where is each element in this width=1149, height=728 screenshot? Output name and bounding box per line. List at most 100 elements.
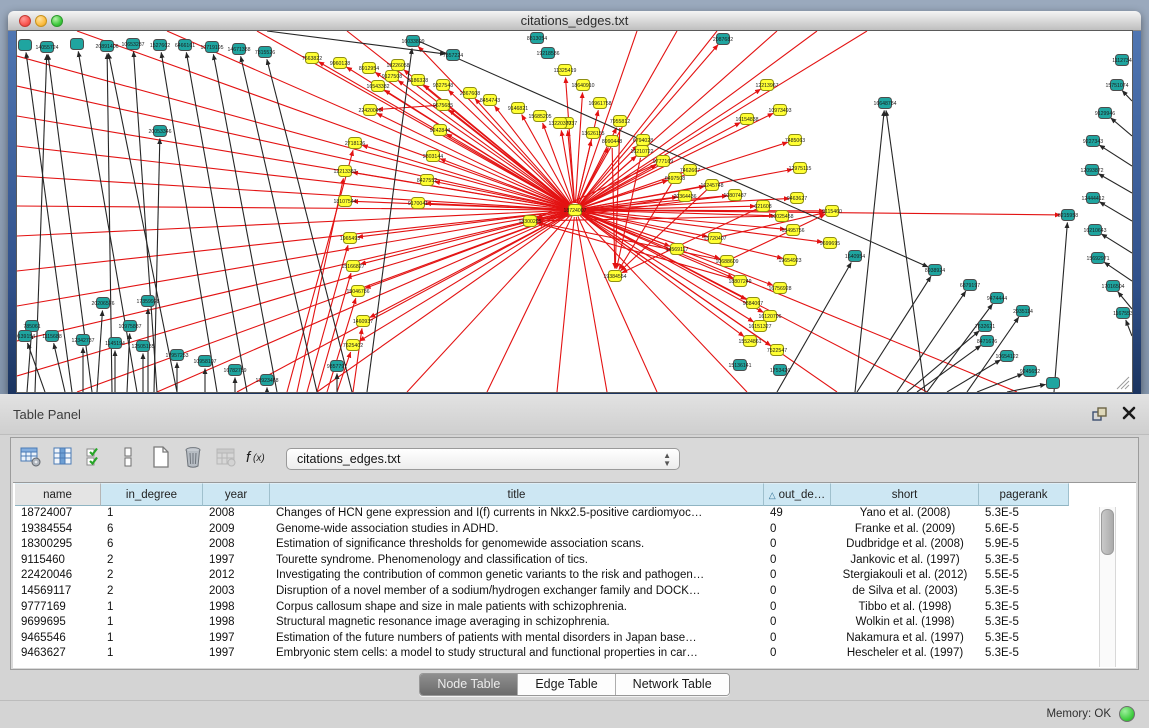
canvas-resize-grip[interactable] [1117,377,1129,389]
window-titlebar[interactable]: citations_edges.txt [8,11,1141,31]
column-header-pagerank[interactable]: pagerank [979,483,1069,506]
graph-node[interactable]: 7485063 [785,135,805,146]
graph-edge[interactable] [17,56,568,208]
graph-edge[interactable] [167,31,569,207]
graph-edge[interactable] [475,99,570,205]
graph-edge[interactable] [1099,202,1132,221]
graph-node[interactable]: 12093872 [1080,165,1103,176]
graph-node[interactable]: 12975115 [789,163,812,174]
graph-node[interactable]: 7663822 [302,53,322,64]
table-row[interactable]: 946554611997Estimation of the future num… [15,631,1069,647]
table-row[interactable]: 1938455462009Genome-wide association stu… [15,522,1069,538]
network-table-selector[interactable]: citations_edges.txt ▲▼ [286,448,680,470]
graph-node[interactable]: 12444412 [1081,193,1104,204]
graph-node[interactable]: 8813054 [527,33,547,44]
graph-edge[interactable] [977,374,1023,392]
graph-node[interactable]: 9227343 [1083,136,1103,147]
graph-node[interactable]: 16033809 [401,36,424,47]
column-header-title[interactable]: title [270,483,764,506]
graph-edge[interactable] [897,291,966,392]
graph-node[interactable] [71,39,84,50]
graph-node[interactable]: 6466161 [175,40,195,51]
graph-node[interactable]: 8427552 [417,175,437,186]
graph-node[interactable]: 20364436 [673,191,696,202]
graph-node[interactable]: 15751074 [1105,80,1128,91]
graph-node[interactable]: 15166827 [341,261,364,272]
graph-node[interactable]: 20053346 [148,126,171,137]
graph-node[interactable]: 7955812 [610,116,630,127]
graph-edge[interactable] [1054,222,1067,392]
graph-edge[interactable] [154,138,160,392]
graph-node[interactable]: 1527602 [150,40,170,51]
graph-node[interactable]: 12342737 [71,335,94,346]
graph-node[interactable]: 15046786 [346,286,369,297]
graph-node[interactable]: 19654923 [778,255,801,266]
graph-node[interactable]: 22420046 [358,105,381,116]
graph-node[interactable]: 8454743 [480,95,500,106]
graph-node[interactable]: 785061 [23,321,40,332]
graph-edge[interactable] [1099,174,1132,193]
delete-table-icon[interactable] [212,445,240,471]
table-settings-icon[interactable] [17,445,45,471]
tab-node-table[interactable]: Node Table [420,674,517,695]
graph-node[interactable]: 16648784 [873,98,896,109]
graph-node[interactable]: 7462667 [680,165,700,176]
graph-node[interactable] [1047,378,1060,389]
graph-node[interactable]: 18107544 [333,196,356,207]
column-header-name[interactable]: name [15,483,101,506]
tab-edge-table[interactable]: Edge Table [517,674,614,695]
table-row[interactable]: 1456911722003Disruption of a novel membe… [15,584,1069,600]
graph-edge[interactable] [1104,262,1132,281]
graph-edge[interactable] [54,343,65,392]
delete-trash-icon[interactable] [179,445,207,471]
graph-edge[interactable] [1122,90,1132,101]
column-header-out_de[interactable]: △out_de… [764,483,831,506]
graph-node[interactable]: 9463627 [787,193,807,204]
tab-network-table[interactable]: Network Table [615,674,729,695]
graph-edge[interactable] [35,54,47,392]
graph-node[interactable]: 9115460 [822,206,842,217]
graph-node[interactable]: 17016504 [1101,281,1124,292]
graph-node[interactable]: 7632621 [975,321,995,332]
graph-edge[interactable] [1101,234,1132,253]
graph-edge[interactable] [17,116,568,209]
graph-node[interactable]: 12923468 [255,375,278,386]
graph-node[interactable]: 8215958 [1058,210,1078,221]
scrollbar-thumb[interactable] [1101,509,1114,555]
graph-node[interactable]: 1753426 [770,365,790,376]
close-panel-icon[interactable] [1121,405,1137,421]
graph-node[interactable]: 2087682 [713,34,733,45]
graph-edge[interactable] [353,328,362,392]
graph-node[interactable]: 16245748 [700,180,723,191]
graph-node[interactable]: 1145194 [105,338,125,349]
graph-edge[interactable] [157,213,569,392]
graph-node[interactable]: 2935114 [1013,306,1033,317]
graph-node[interactable]: 15136141 [728,360,751,371]
row-height-icon[interactable] [114,445,142,471]
graph-node[interactable]: 20891406 [95,41,118,52]
graph-node[interactable]: 1167553 [1113,308,1132,319]
graph-node[interactable]: 10975887 [118,321,141,332]
table-row[interactable]: 969969511998Structural magnetic resonanc… [15,615,1069,631]
graph-node[interactable]: 15692971 [1086,253,1109,264]
graph-node[interactable]: 10719195 [200,42,223,53]
new-document-icon[interactable] [147,445,175,471]
graph-node[interactable]: 7522547 [767,345,787,356]
function-builder-icon[interactable]: f(x) [244,445,272,471]
graph-node[interactable]: 14569117 [666,244,689,255]
graph-node[interactable]: 9699695 [820,238,840,249]
graph-node[interactable]: 8938924 [925,265,945,276]
graph-node[interactable] [19,40,32,51]
graph-node[interactable]: 16210643 [1083,225,1106,236]
table-row[interactable]: 946362711997Embryonic stem cells: a mode… [15,646,1069,662]
graph-node[interactable]: 12213383 [333,166,356,177]
graph-node[interactable]: 2367608 [460,88,480,99]
graph-node[interactable]: 1115688 [42,331,62,342]
graph-node[interactable]: 12213967 [755,80,778,91]
graph-node[interactable]: 16154838 [735,114,758,125]
graph-node[interactable]: 15720407 [703,233,726,244]
graph-edge[interactable] [580,45,719,205]
graph-edge[interactable] [557,217,574,392]
graph-node[interactable]: 1112734 [1112,55,1132,66]
graph-node[interactable]: 8912954 [359,63,379,74]
